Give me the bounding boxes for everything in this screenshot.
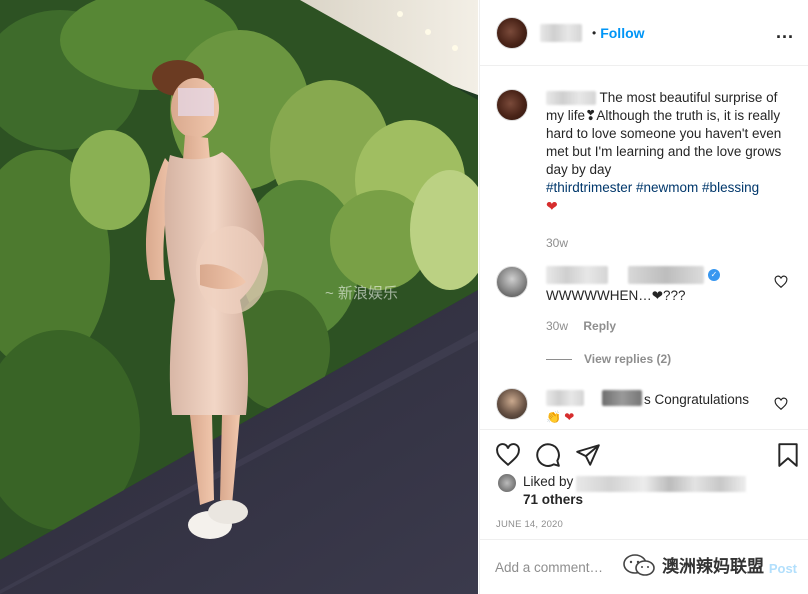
bookmark-icon[interactable]: [775, 442, 801, 468]
comment-text: WWWWWHEN…❤???: [546, 288, 686, 303]
comment-timestamp[interactable]: 30w: [546, 319, 568, 333]
caption-author-username-blurred[interactable]: [546, 91, 596, 106]
comment-like-icon[interactable]: [774, 397, 788, 411]
likes-others-count[interactable]: 71 others: [523, 492, 583, 507]
commenter-username-blurred[interactable]: [546, 390, 584, 406]
heart-emoji: ❤: [546, 198, 558, 214]
wechat-icon: [623, 553, 655, 576]
share-icon[interactable]: [575, 442, 601, 468]
commenter-avatar[interactable]: [496, 388, 528, 420]
comment-like-icon[interactable]: [774, 275, 788, 289]
commenter-username-blurred[interactable]: ✓: [546, 266, 726, 284]
follow-button[interactable]: Follow: [600, 25, 644, 41]
more-icon[interactable]: ...: [776, 22, 794, 43]
caption-author-avatar[interactable]: [496, 89, 528, 121]
post-photo[interactable]: ~ 新浪娱乐: [0, 0, 478, 594]
post-panel: • Follow ... The most beautiful surprise…: [479, 0, 808, 594]
caption-timestamp[interactable]: 30w: [546, 236, 568, 250]
comments-list[interactable]: The most beautiful surprise of my life❣A…: [480, 67, 808, 429]
post-date[interactable]: JUNE 14, 2020: [496, 519, 563, 530]
comment-item: s Congratulations 👏 ❤: [496, 388, 796, 424]
svg-text:~ 新浪娱乐: ~ 新浪娱乐: [325, 285, 398, 302]
comment-emojis: 👏 ❤: [546, 410, 575, 424]
like-icon[interactable]: [495, 442, 521, 468]
photo-image: ~ 新浪娱乐: [0, 0, 478, 594]
liker-avatar[interactable]: [498, 474, 516, 492]
view-replies-label: View replies (2): [584, 352, 672, 366]
add-comment-input[interactable]: Add a comment…: [495, 560, 603, 575]
comment-icon[interactable]: [535, 442, 561, 468]
verified-icon: ✓: [708, 269, 720, 281]
reply-button[interactable]: Reply: [583, 319, 616, 333]
post-header: • Follow ...: [480, 0, 808, 66]
commenter-username-blurred[interactable]: [602, 390, 642, 406]
post-comment-button[interactable]: Post: [769, 561, 797, 576]
comment-meta: 30w Reply: [546, 319, 616, 333]
post-actions: Liked by 71 others JUNE 14, 2020: [480, 429, 808, 539]
separator-dot: •: [592, 25, 597, 40]
liked-by-label: Liked by: [523, 474, 574, 489]
wechat-watermark: 澳洲辣妈联盟: [618, 550, 768, 579]
view-replies-button[interactable]: View replies (2): [546, 352, 671, 366]
replies-divider-line: [546, 359, 572, 361]
caption-text: The most beautiful surprise of my life❣A…: [546, 89, 791, 216]
author-avatar[interactable]: [496, 16, 528, 49]
caption-hashtags[interactable]: #thirdtrimester #newmom #blessing: [546, 180, 759, 195]
add-comment-bar: Add a comment… Post 澳洲辣妈联盟: [480, 539, 808, 594]
comment-item: ✓ WWWWWHEN…❤??? 30w Reply: [496, 266, 796, 333]
watermark-text: 澳洲辣妈联盟: [662, 557, 764, 576]
commenter-avatar[interactable]: [496, 266, 528, 298]
author-username-blurred[interactable]: [540, 23, 582, 42]
liker-usernames-blurred[interactable]: [576, 476, 746, 492]
comment-text: s Congratulations: [644, 392, 750, 407]
